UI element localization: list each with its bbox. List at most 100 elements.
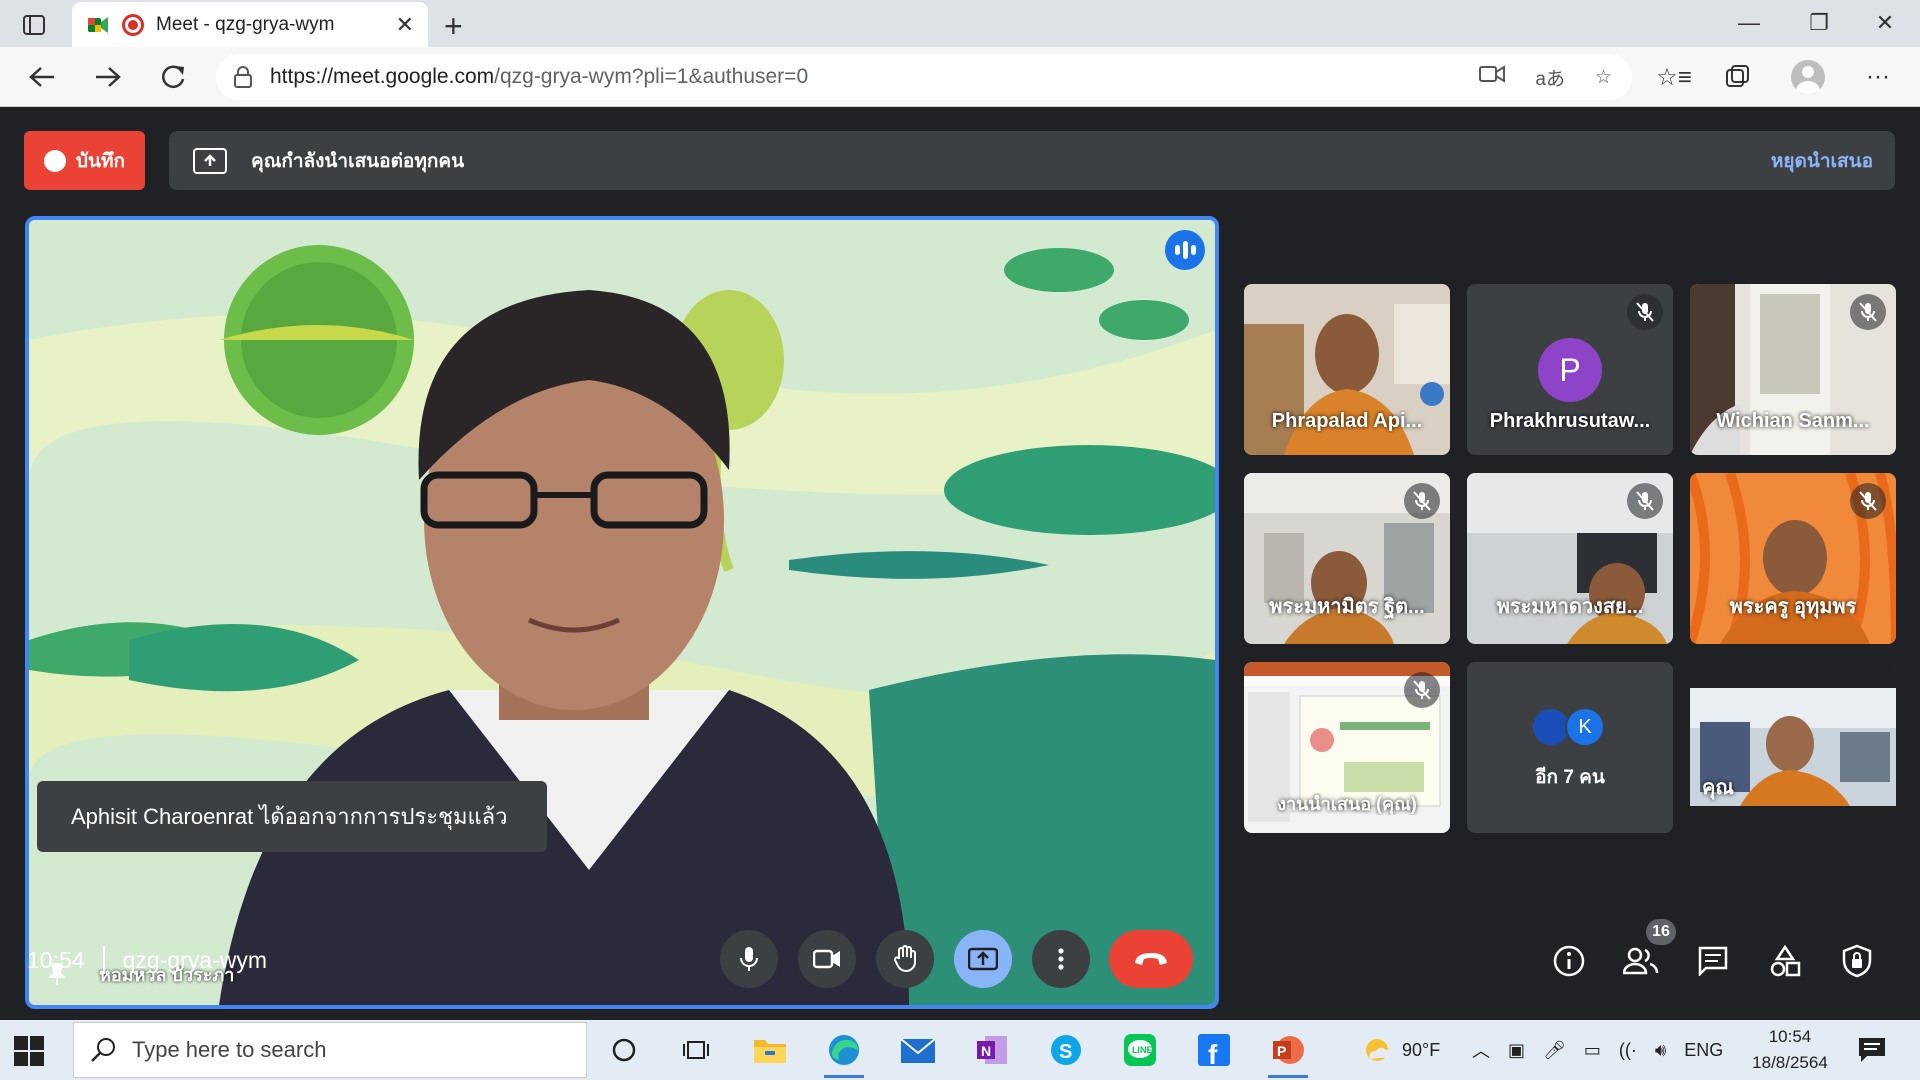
taskbar-clock[interactable]: 10:54 18/8/2564 — [1740, 1024, 1840, 1076]
svg-text:f: f — [1208, 1039, 1218, 1067]
people-icon — [1623, 947, 1659, 975]
participant-name: พระครู อุทุมพร — [1729, 596, 1857, 618]
participant-tile[interactable]: Phrapalad Api... — [1244, 284, 1450, 455]
meeting-details-button[interactable] — [1546, 938, 1592, 984]
mic-button[interactable] — [720, 930, 778, 988]
tab-actions-icon[interactable] — [14, 10, 54, 40]
shield-lock-icon — [1842, 944, 1872, 978]
onenote-icon[interactable]: N — [970, 1028, 1014, 1072]
reload-icon[interactable] — [156, 59, 192, 95]
camera-button[interactable] — [798, 930, 856, 988]
avatar: K — [1565, 707, 1605, 747]
speaking-indicator-icon — [1165, 230, 1205, 270]
weather-widget[interactable]: 90°F — [1362, 1020, 1440, 1080]
mic-off-icon — [1404, 672, 1440, 708]
window-close-icon[interactable]: ✕ — [1850, 0, 1920, 46]
participant-name: Wichian Sanm... — [1716, 410, 1870, 432]
notifications-icon[interactable] — [1850, 1028, 1894, 1072]
camera-permission-icon[interactable] — [1479, 64, 1506, 90]
forward-icon[interactable] — [90, 59, 126, 95]
facebook-icon[interactable]: f — [1192, 1028, 1236, 1072]
translate-icon[interactable]: aあ — [1535, 64, 1565, 91]
mic-off-icon — [1850, 483, 1886, 519]
participant-tile[interactable]: Wichian Sanm... — [1690, 284, 1896, 455]
more-vert-icon — [1058, 948, 1064, 970]
meet-now-icon[interactable]: ▣ — [1508, 1040, 1525, 1061]
participant-name: พระมหาดวงสย... — [1496, 596, 1644, 618]
microphone-icon[interactable]: 🎤︎ — [1543, 1040, 1566, 1061]
mic-off-icon — [1850, 294, 1886, 330]
new-tab-icon[interactable]: + — [444, 8, 463, 45]
powerpoint-icon[interactable]: P — [1266, 1028, 1310, 1078]
mic-off-icon — [1627, 294, 1663, 330]
host-controls-button[interactable] — [1834, 938, 1880, 984]
recording-icon — [122, 13, 144, 36]
favorites-icon[interactable]: ☆≡ — [1656, 59, 1692, 95]
mic-off-icon — [1627, 483, 1663, 519]
svg-text:LINE: LINE — [1132, 1045, 1153, 1055]
back-icon[interactable] — [24, 59, 60, 95]
main-video-tile[interactable]: หอมหวล บัวระภา — [25, 216, 1219, 1009]
lock-icon[interactable] — [234, 66, 252, 88]
meeting-code: qzg-grya-wym — [122, 946, 267, 973]
cortana-icon[interactable] — [602, 1028, 646, 1072]
task-view-icon[interactable] — [674, 1028, 718, 1072]
present-button[interactable] — [954, 930, 1012, 988]
battery-icon[interactable]: ▭ — [1584, 1040, 1601, 1061]
add-favorite-icon[interactable]: ☆ — [1595, 66, 1612, 89]
participant-name: คุณ — [1702, 777, 1734, 799]
notification-toast: Aphisit Charoenrat ได้ออกจากการประชุมแล้… — [37, 781, 547, 852]
minimize-icon[interactable]: — — [1714, 0, 1784, 46]
raise-hand-button[interactable] — [876, 930, 934, 988]
mail-icon[interactable] — [896, 1028, 940, 1072]
chat-icon — [1698, 946, 1728, 976]
participant-tile[interactable]: พระมหาดวงสย... — [1467, 473, 1673, 644]
participant-tile[interactable]: P Phrakhrusutaw... — [1467, 284, 1673, 455]
self-tile[interactable]: คุณ — [1690, 662, 1896, 833]
more-icon[interactable]: ··· — [1860, 59, 1896, 95]
activities-button[interactable] — [1762, 938, 1808, 984]
presenting-text: คุณกำลังนำเสนอต่อทุกคน — [251, 150, 465, 172]
edge-browser-icon[interactable] — [822, 1028, 866, 1078]
mic-icon — [740, 947, 758, 971]
chat-button[interactable] — [1690, 938, 1736, 984]
avatar: P — [1538, 338, 1602, 402]
participant-tile[interactable]: พระครู อุทุมพร — [1690, 473, 1896, 644]
hand-icon — [893, 945, 916, 972]
weather-sun-icon — [1366, 1039, 1392, 1061]
weather-temp: 90°F — [1402, 1039, 1441, 1060]
participant-tile[interactable]: พระมหามิตร ฐิต... — [1244, 473, 1450, 644]
restore-icon[interactable]: ❐ — [1784, 0, 1854, 46]
recording-badge: บันทึก — [24, 131, 145, 190]
more-participants-tile[interactable]: K อีก 7 คน — [1467, 662, 1673, 833]
system-tray: ︿ ▣ 🎤︎ ▭ ((· 🔊︎ ENG — [1472, 1020, 1723, 1080]
participant-name: งานนำเสนอ (คุณ) — [1277, 794, 1417, 814]
chevron-up-icon[interactable]: ︿ — [1472, 1037, 1490, 1063]
volume-icon[interactable]: 🔊︎ — [1655, 1040, 1666, 1061]
stop-presenting-button[interactable]: หยุดนำเสนอ — [1771, 146, 1873, 176]
taskbar-search-box[interactable]: Type here to search — [73, 1022, 587, 1078]
url-text[interactable]: https://meet.google.com/qzg-grya-wym?pli… — [270, 65, 808, 89]
file-explorer-icon[interactable] — [748, 1028, 792, 1072]
collections-icon[interactable] — [1720, 59, 1756, 95]
profile-avatar[interactable] — [1790, 59, 1826, 95]
start-windows-icon[interactable] — [14, 1036, 44, 1066]
skype-icon[interactable]: S — [1044, 1028, 1088, 1072]
tab-title: Meet - qzg-grya-wym — [156, 13, 335, 35]
url-bar[interactable]: https://meet.google.com/qzg-grya-wym?pli… — [216, 54, 1632, 100]
tab-close-icon[interactable]: ✕ — [396, 12, 414, 38]
present-icon — [968, 947, 998, 971]
wifi-icon[interactable]: ((· — [1619, 1040, 1637, 1061]
browser-tab-strip: Meet - qzg-grya-wym ✕ + — ❐ ✕ — [0, 0, 1920, 47]
language-indicator[interactable]: ENG — [1684, 1040, 1723, 1061]
windows-taskbar: Type here to search N S LINE f P 90°F ︿ … — [0, 1020, 1920, 1080]
presentation-tile[interactable]: งานนำเสนอ (คุณ) — [1244, 662, 1450, 833]
participant-name: พระมหามิตร ฐิต... — [1269, 596, 1425, 618]
leave-call-button[interactable] — [1109, 930, 1193, 988]
search-icon — [91, 1038, 115, 1062]
browser-tab[interactable]: Meet - qzg-grya-wym ✕ — [72, 2, 428, 47]
line-app-icon[interactable]: LINE — [1118, 1028, 1162, 1072]
record-dot-icon — [43, 149, 66, 172]
presenting-bar: คุณกำลังนำเสนอต่อทุกคน หยุดนำเสนอ — [169, 131, 1895, 190]
more-options-button[interactable] — [1032, 930, 1090, 988]
